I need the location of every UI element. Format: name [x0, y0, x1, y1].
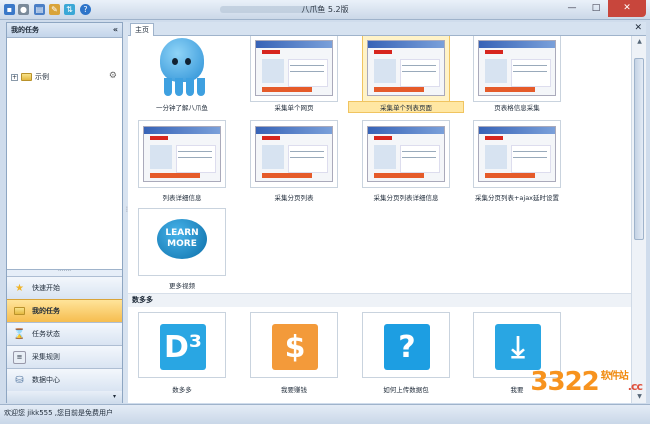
- nav-more-button[interactable]: ▾: [7, 391, 122, 403]
- nav-my-tasks[interactable]: 我的任务: [7, 299, 122, 322]
- nav-rules[interactable]: ≡ 采集规则: [7, 345, 122, 368]
- card-label[interactable]: 采集单个网页: [236, 102, 352, 112]
- tile-upload-package[interactable]: ?: [362, 312, 450, 378]
- rules-icon: ≡: [13, 350, 26, 364]
- scroll-up-button[interactable]: ▲: [632, 36, 647, 48]
- watermark-logo: 3322 软件站.cc: [530, 367, 643, 397]
- task-tree: + 示例 ⚙: [7, 38, 122, 270]
- video-card-table[interactable]: [473, 36, 561, 102]
- minimize-button[interactable]: —: [560, 0, 584, 17]
- nav-label: 数据中心: [32, 376, 60, 384]
- tile-label[interactable]: 数多多: [128, 384, 240, 394]
- nav-label: 我的任务: [32, 307, 60, 315]
- video-card-paged-list[interactable]: [250, 120, 338, 188]
- nav-label: 任务状态: [32, 330, 60, 338]
- folder-icon: [13, 305, 26, 318]
- tree-item-example[interactable]: + 示例: [11, 72, 49, 82]
- title-bar: ▪ ● ▤ ✎ ⇅ ? 八爪鱼 5.2版 — □ ✕: [0, 0, 650, 20]
- status-bar: 欢迎您 jikk555 ,您目前是免费用户 3322 软件站.cc: [0, 367, 650, 424]
- card-label[interactable]: 一分钟了解八爪鱼: [128, 102, 240, 112]
- card-label[interactable]: 采集单个列表页面: [348, 101, 464, 113]
- star-icon: ★: [15, 282, 24, 294]
- card-label[interactable]: 更多视频: [128, 280, 240, 290]
- octopus-mascot-icon: [160, 38, 204, 82]
- dollar-icon: $: [272, 324, 318, 370]
- database-icon: ⛁: [15, 374, 24, 386]
- nav-label: 采集规则: [32, 353, 60, 361]
- panel-title: 我的任务: [11, 26, 39, 34]
- download-icon: ⤓: [495, 324, 541, 370]
- d3-icon: D³: [160, 324, 206, 370]
- scroll-thumb[interactable]: [634, 58, 644, 240]
- my-tasks-header: 我的任务 «: [7, 23, 122, 38]
- close-tab-button[interactable]: ✕: [634, 22, 642, 35]
- left-panel: 我的任务 « + 示例 ⚙ ······· ★ 快速开始 我的任务 ⌛ 任务状态…: [6, 22, 123, 403]
- gear-icon[interactable]: ⚙: [109, 71, 117, 81]
- video-card-ajax[interactable]: [473, 120, 561, 188]
- nav-data-center[interactable]: ⛁ 数据中心: [7, 368, 122, 391]
- learn-more-icon: LEARN MORE: [157, 219, 207, 259]
- tile-make-money[interactable]: $: [250, 312, 338, 378]
- tab-strip: 主页 ✕: [128, 22, 646, 36]
- maximize-button[interactable]: □: [584, 0, 608, 17]
- collapse-panel-button[interactable]: «: [113, 23, 118, 37]
- nav-task-status[interactable]: ⌛ 任务状态: [7, 322, 122, 345]
- tile-label[interactable]: 如何上传数据包: [348, 384, 464, 394]
- nav-quick-start[interactable]: ★ 快速开始: [7, 276, 122, 299]
- video-card-list-detail[interactable]: [138, 120, 226, 188]
- video-card-single-list[interactable]: [362, 36, 450, 102]
- video-card-intro[interactable]: [138, 36, 226, 102]
- video-card-paged-list-detail[interactable]: [362, 120, 450, 188]
- tile-shuduoduo[interactable]: D³: [138, 312, 226, 378]
- hourglass-icon: ⌛: [13, 328, 26, 340]
- folder-icon: [21, 73, 32, 81]
- nav-label: 快速开始: [32, 284, 60, 292]
- card-label[interactable]: 采集分页列表+ajax延时设置: [459, 192, 575, 202]
- vertical-scrollbar[interactable]: ▲ ▼: [631, 36, 646, 403]
- section-header: 数多多: [128, 293, 631, 307]
- window-title: 八爪鱼 5.2版: [301, 5, 349, 14]
- video-card-more[interactable]: LEARN MORE: [138, 208, 226, 276]
- tile-label[interactable]: 我要赚钱: [236, 384, 352, 394]
- expand-icon[interactable]: +: [11, 73, 18, 81]
- tree-item-label: 示例: [35, 73, 49, 81]
- tab-home[interactable]: 主页: [130, 23, 154, 36]
- question-icon: ?: [384, 324, 430, 370]
- card-label[interactable]: 采集分页列表: [236, 192, 352, 202]
- card-label[interactable]: 页表格信息采集: [459, 102, 575, 112]
- card-label[interactable]: 采集分页列表详细信息: [348, 192, 464, 202]
- status-text: 欢迎您 jikk555 ,您目前是免费用户: [4, 409, 114, 417]
- card-label[interactable]: 列表详细信息: [128, 192, 240, 202]
- close-button[interactable]: ✕: [608, 0, 646, 17]
- video-card-single-page[interactable]: [250, 36, 338, 102]
- home-content: 一分钟了解八爪鱼 采集单个网页 采集单个列表页面 页表格信息采集 列表详细信息 …: [128, 36, 631, 403]
